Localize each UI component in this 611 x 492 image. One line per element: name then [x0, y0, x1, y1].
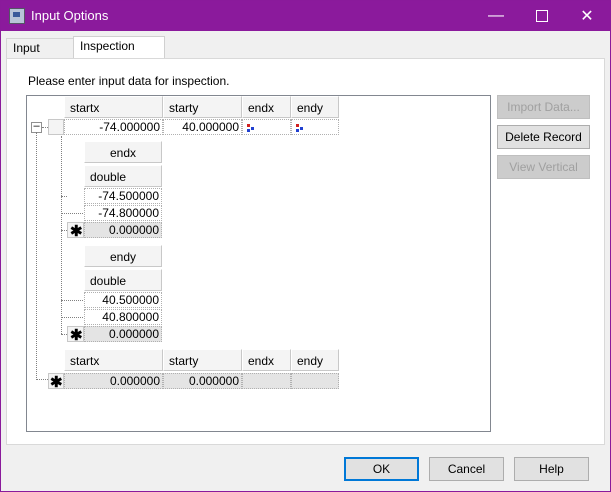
relation-icon	[247, 124, 257, 132]
row-selector[interactable]	[48, 119, 64, 135]
new-row-selector[interactable]: ✱	[67, 326, 84, 344]
column-header-endx[interactable]: endx	[242, 96, 291, 118]
help-button[interactable]: Help	[514, 457, 589, 481]
column-header-startx[interactable]: startx	[64, 349, 163, 371]
endx-value-1[interactable]: -74.500000	[84, 188, 162, 204]
new-row-icon: ✱	[70, 327, 83, 344]
column-header-starty[interactable]: starty	[163, 349, 242, 371]
subtable-endx-type: double	[84, 165, 162, 187]
cell-endy[interactable]	[291, 119, 339, 135]
endx-value-2[interactable]: -74.800000	[84, 205, 162, 221]
new-row-selector[interactable]: ✱	[48, 373, 64, 391]
cell-starty[interactable]: 40.000000	[163, 119, 242, 135]
delete-record-button[interactable]: Delete Record	[497, 125, 590, 149]
instruction-text: Please enter input data for inspection.	[28, 74, 230, 88]
close-icon: ✕	[580, 8, 594, 25]
cell-startx[interactable]: -74.000000	[64, 119, 163, 135]
endy-value-1[interactable]: 40.500000	[84, 292, 162, 308]
column-header-startx[interactable]: startx	[64, 96, 163, 118]
tab-inspection-input[interactable]: Inspection Input	[73, 36, 165, 72]
new-row-selector[interactable]: ✱	[67, 222, 84, 240]
inspection-grid[interactable]: startx starty endx endy – -74.000000 40.…	[26, 95, 491, 432]
new-row-starty[interactable]: 0.000000	[163, 373, 242, 389]
subtable-endy-type: double	[84, 269, 162, 291]
relation-icon	[296, 124, 306, 132]
minimize-button[interactable]: —	[473, 1, 519, 31]
maximize-icon	[536, 10, 548, 22]
column-header-endy[interactable]: endy	[291, 349, 339, 371]
column-header-endx[interactable]: endx	[242, 349, 291, 371]
window-title: Input Options	[31, 8, 109, 23]
column-header-endy[interactable]: endy	[291, 96, 339, 118]
endy-value-2[interactable]: 40.800000	[84, 309, 162, 325]
subtable-endy-header[interactable]: endy	[84, 245, 162, 267]
subtable-endx-header[interactable]: endx	[84, 141, 162, 163]
new-row-endx[interactable]	[242, 373, 291, 389]
new-row-icon: ✱	[70, 223, 83, 240]
endy-new-row[interactable]: 0.000000	[84, 326, 162, 342]
maximize-button[interactable]	[519, 1, 565, 31]
column-header-starty[interactable]: starty	[163, 96, 242, 118]
new-row-endy[interactable]	[291, 373, 339, 389]
cancel-button[interactable]: Cancel	[429, 457, 504, 481]
new-row-icon: ✱	[50, 374, 63, 391]
import-data-button[interactable]: Import Data...	[497, 95, 590, 119]
minimize-icon: —	[488, 7, 504, 24]
cell-endx[interactable]	[242, 119, 291, 135]
app-icon	[9, 8, 25, 24]
close-button[interactable]: ✕	[564, 1, 610, 31]
ok-button[interactable]: OK	[344, 457, 419, 481]
endx-new-row[interactable]: 0.000000	[84, 222, 162, 238]
tab-input-fields[interactable]: Input Fields	[6, 38, 76, 74]
title-bar: Input Options — ✕	[1, 1, 610, 31]
view-vertical-button[interactable]: View Vertical	[497, 155, 590, 179]
new-row-startx[interactable]: 0.000000	[64, 373, 163, 389]
